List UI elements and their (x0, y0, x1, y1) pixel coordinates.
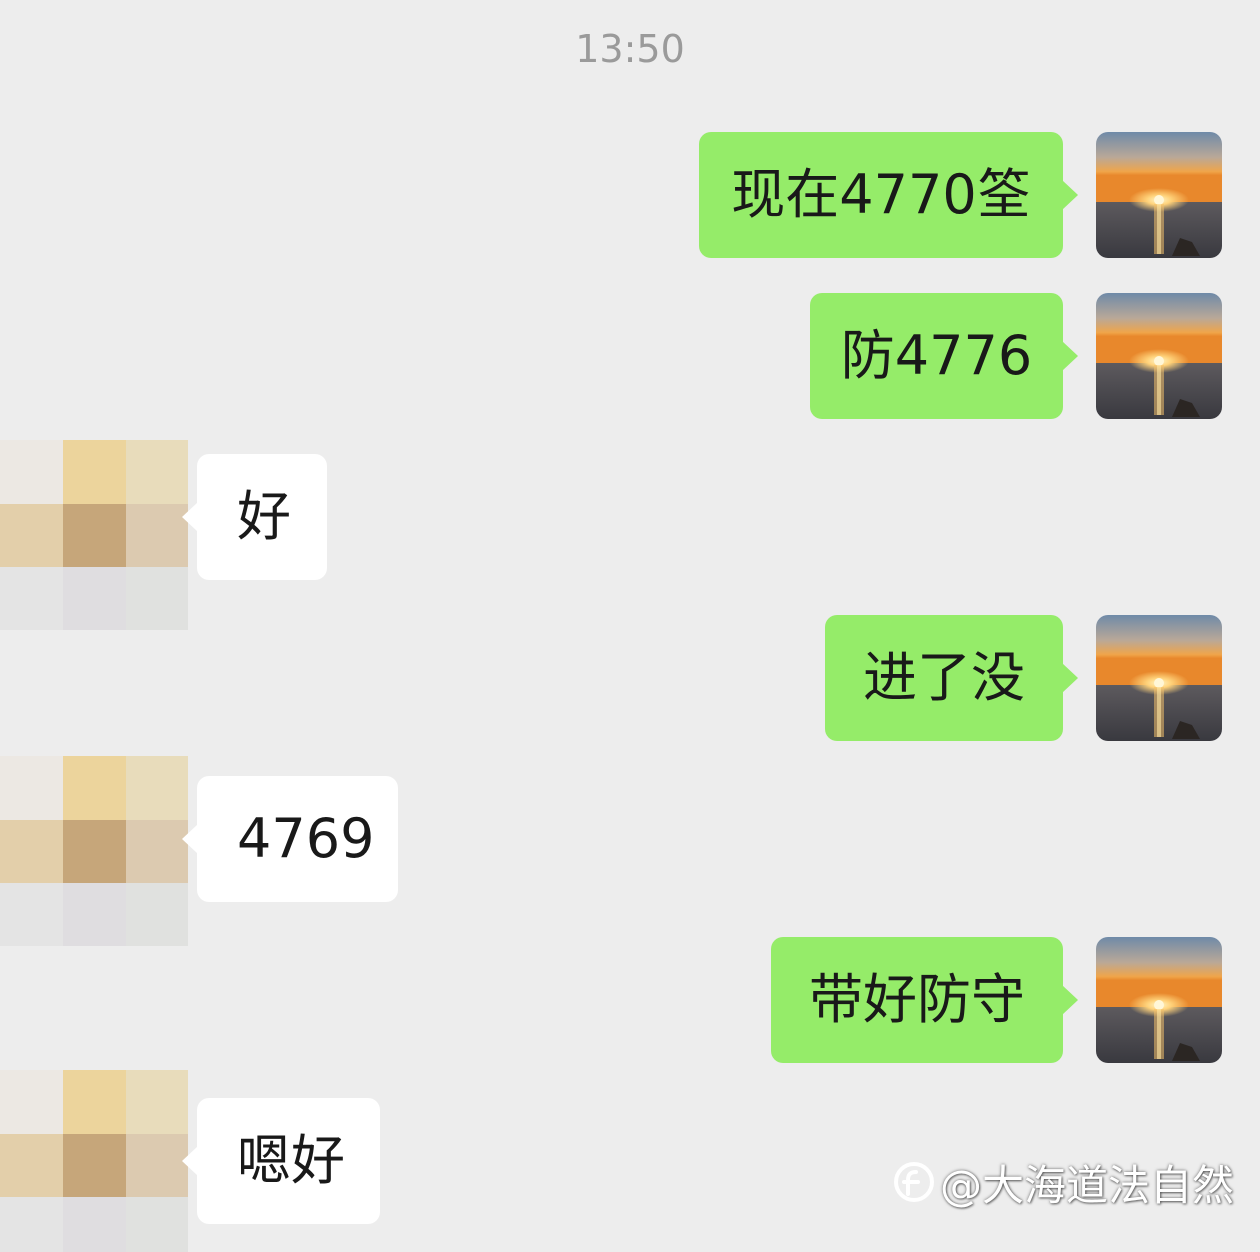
sunset-avatar-icon (1096, 132, 1222, 258)
sunset-avatar-icon (1096, 615, 1222, 741)
incoming-message-bubble[interactable]: 嗯好 (182, 1098, 380, 1224)
watermark: @大海道法自然 (892, 1152, 1234, 1212)
pixelated-avatar-icon (0, 756, 188, 946)
message-timestamp: 13:50 (575, 27, 685, 71)
incoming-message-bubble[interactable]: 好 (182, 454, 327, 580)
message-text: 防4776 (840, 324, 1033, 387)
sunset-avatar-icon (1096, 293, 1222, 419)
outgoing-message-bubble[interactable]: 防4776 (810, 293, 1078, 419)
message-text: 进了没 (863, 646, 1025, 709)
incoming-message-bubble[interactable]: 4769 (182, 776, 398, 902)
outgoing-message-bubble[interactable]: 带好防守 (771, 937, 1078, 1063)
contact-avatar[interactable] (0, 440, 188, 630)
message-text: 现在4770筌 (731, 163, 1031, 226)
platform-logo-icon (894, 1162, 934, 1202)
outgoing-message-bubble[interactable]: 现在4770筌 (699, 132, 1078, 258)
self-avatar[interactable] (1096, 132, 1222, 258)
message-text: 4769 (237, 807, 375, 870)
sunset-avatar-icon (1096, 937, 1222, 1063)
outgoing-message-bubble[interactable]: 进了没 (825, 615, 1078, 741)
self-avatar[interactable] (1096, 937, 1222, 1063)
watermark-text: @大海道法自然 (940, 1160, 1235, 1210)
pixelated-avatar-icon (0, 440, 188, 630)
pixelated-avatar-icon (0, 1070, 188, 1252)
self-avatar[interactable] (1096, 615, 1222, 741)
message-text: 带好防守 (809, 968, 1025, 1031)
self-avatar[interactable] (1096, 293, 1222, 419)
contact-avatar[interactable] (0, 756, 188, 946)
contact-avatar[interactable] (0, 1070, 188, 1252)
message-text: 好 (237, 485, 291, 548)
message-text: 嗯好 (237, 1129, 345, 1192)
